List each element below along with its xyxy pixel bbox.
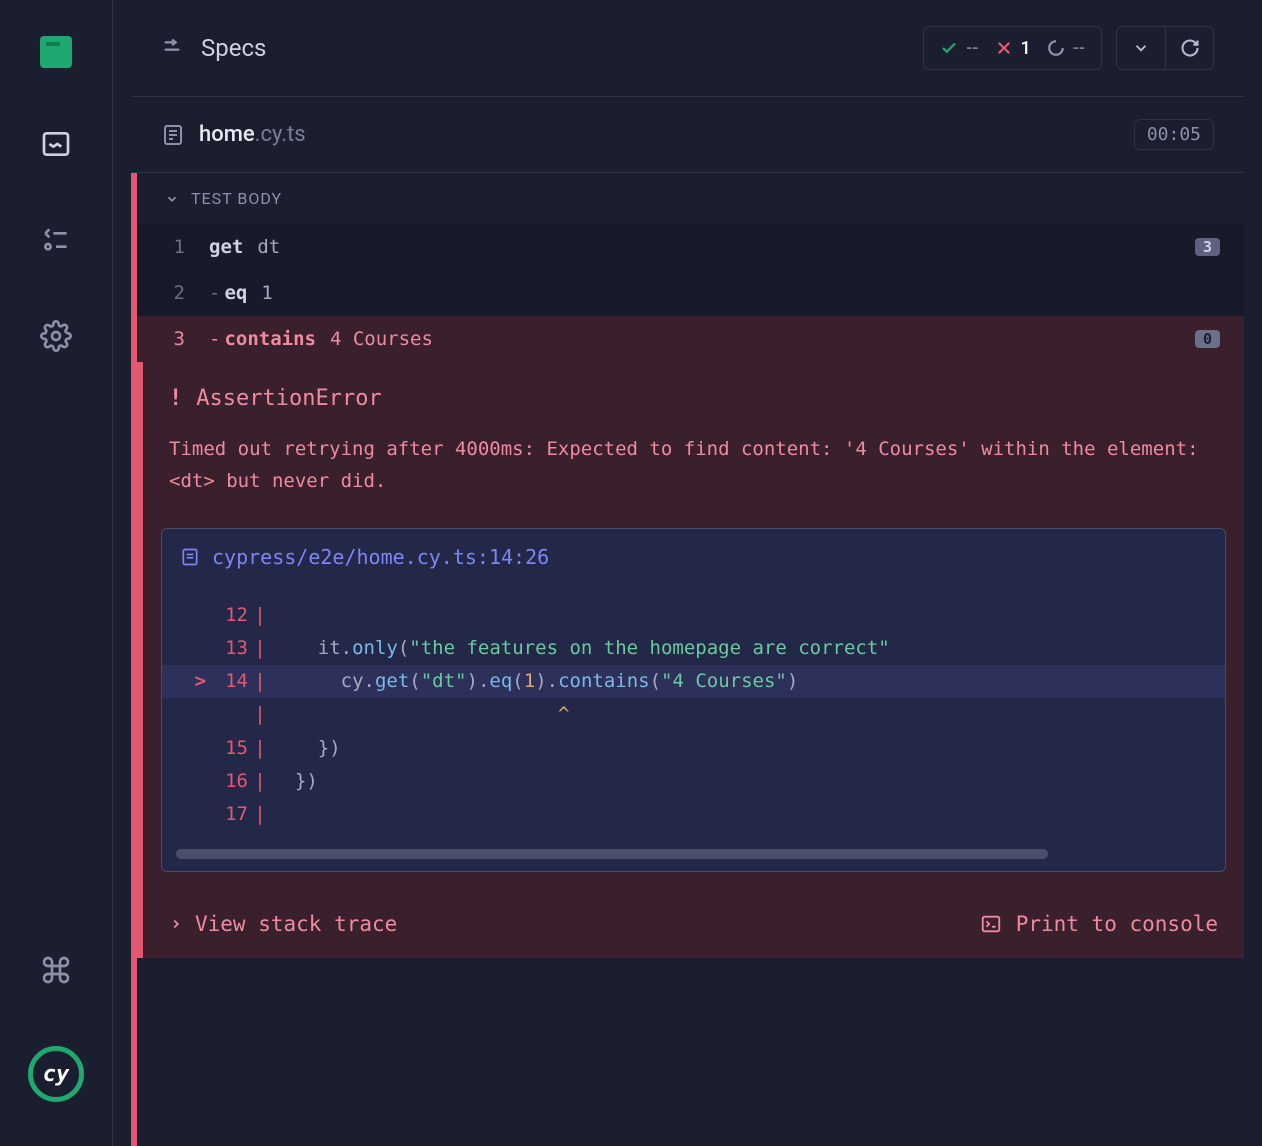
chevron-down-button[interactable] xyxy=(1117,27,1165,69)
command-badge: 3 xyxy=(1195,238,1220,256)
expand-icon[interactable] xyxy=(161,35,183,61)
error-icon: ! xyxy=(169,386,182,411)
error-message: Timed out retrying after 4000ms: Expecte… xyxy=(143,423,1244,522)
code-frame-path-link[interactable]: cypress/e2e/home.cy.ts:14:26 xyxy=(162,529,1225,585)
code-line: 12| xyxy=(162,599,1225,632)
command-number: 1 xyxy=(137,236,209,258)
stat-pending: -- xyxy=(1047,38,1085,59)
sidebar-specs-icon[interactable] xyxy=(36,124,76,164)
code-line: 16| }) xyxy=(162,765,1225,798)
code-lines: 12|13| it.only("the features on the home… xyxy=(162,585,1225,840)
app-logo xyxy=(40,36,72,68)
command-row[interactable]: 1getdt 3 xyxy=(137,224,1244,270)
command-arg: dt xyxy=(257,236,280,258)
print-to-console-button[interactable]: Print to console xyxy=(980,912,1218,936)
chevron-down-icon xyxy=(165,192,179,206)
code-line: 15| }) xyxy=(162,732,1225,765)
view-stack-trace-button[interactable]: View stack trace xyxy=(169,912,397,936)
code-frame: cypress/e2e/home.cy.ts:14:26 12|13| it.o… xyxy=(161,528,1226,873)
command-name: eq xyxy=(224,282,247,304)
stat-failed: 1 xyxy=(995,38,1031,59)
test-body-label: TEST BODY xyxy=(191,189,282,208)
error-panel: ! AssertionError Timed out retrying afte… xyxy=(137,362,1244,958)
spec-name: home xyxy=(199,122,255,147)
main: Specs -- 1 -- xyxy=(113,0,1262,1146)
command-arg: 4 Courses xyxy=(330,328,433,350)
command-name: get xyxy=(209,236,243,258)
command-row[interactable]: 2-eq1 xyxy=(137,270,1244,316)
file-icon xyxy=(180,547,200,567)
test-body-toggle[interactable]: TEST BODY xyxy=(137,173,1244,224)
error-type: AssertionError xyxy=(196,386,381,411)
command-log: TEST BODY 1getdt32-eq13-contains4 Course… xyxy=(131,173,1244,1146)
spec-ext: .cy.ts xyxy=(255,122,306,147)
code-line: 13| it.only("the features on the homepag… xyxy=(162,632,1225,665)
test-stats: -- 1 -- xyxy=(923,26,1102,70)
page-title: Specs xyxy=(201,34,266,62)
spec-bar: home .cy.ts 00:05 xyxy=(131,97,1244,173)
terminal-icon xyxy=(980,913,1002,935)
horizontal-scrollbar[interactable] xyxy=(176,849,1048,859)
command-row[interactable]: 3-contains4 Courses0 xyxy=(137,316,1244,362)
sidebar-settings-icon[interactable] xyxy=(36,316,76,356)
code-line: 17| xyxy=(162,798,1225,831)
chevron-right-icon xyxy=(169,917,183,931)
cypress-logo: cy xyxy=(28,1046,84,1102)
rerun-button[interactable] xyxy=(1165,27,1213,69)
code-line: | ^ xyxy=(162,698,1225,731)
header: Specs -- 1 -- xyxy=(131,0,1244,97)
file-icon xyxy=(161,123,185,147)
command-number: 2 xyxy=(137,282,209,304)
keyboard-shortcuts-icon[interactable] xyxy=(36,950,76,990)
code-line: >14| cy.get("dt").eq(1).contains("4 Cour… xyxy=(162,665,1225,698)
stat-passed: -- xyxy=(940,38,978,59)
command-arg: 1 xyxy=(261,282,272,304)
timer: 00:05 xyxy=(1134,119,1214,150)
command-name: contains xyxy=(224,328,316,350)
command-number: 3 xyxy=(137,328,209,350)
command-badge: 0 xyxy=(1195,330,1220,348)
sidebar: cy xyxy=(0,0,113,1146)
command-list: 1getdt32-eq13-contains4 Courses0 xyxy=(137,224,1244,362)
sidebar-runs-icon[interactable] xyxy=(36,220,76,260)
